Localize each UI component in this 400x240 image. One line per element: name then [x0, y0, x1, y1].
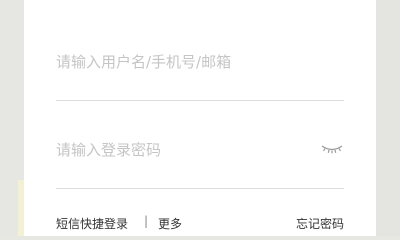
eye-closed-icon[interactable] — [320, 140, 344, 158]
username-underline — [56, 100, 344, 101]
password-input[interactable] — [56, 130, 316, 170]
login-card: 短信快捷登录 | 更多 忘记密码 — [24, 0, 376, 236]
footer-separator: | — [144, 214, 149, 228]
background-left — [0, 0, 24, 236]
background-right — [376, 0, 400, 236]
password-field — [56, 130, 316, 170]
more-link[interactable]: 更多 — [158, 215, 182, 232]
username-input[interactable] — [56, 42, 344, 82]
sms-login-link[interactable]: 短信快捷登录 — [56, 215, 128, 232]
forgot-password-link[interactable]: 忘记密码 — [296, 215, 344, 232]
username-field — [56, 42, 344, 82]
password-underline — [56, 188, 344, 189]
